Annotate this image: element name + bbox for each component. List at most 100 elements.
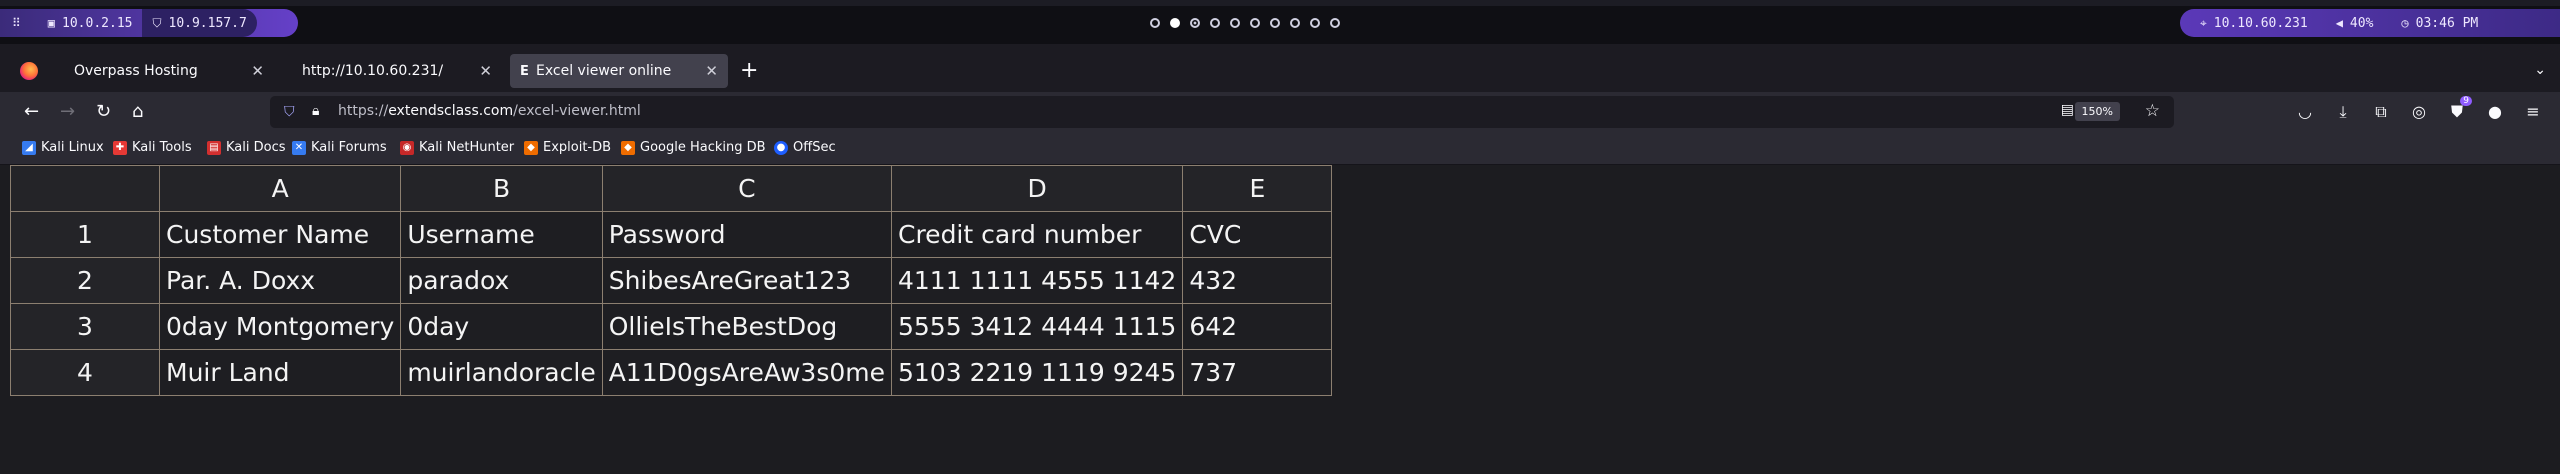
cell[interactable]: 642 — [1182, 303, 1333, 350]
chevron-down-icon[interactable]: ⌄ — [2534, 62, 2546, 78]
reader-view-icon[interactable]: ▤ — [2061, 102, 2074, 118]
bookmark-label: OffSec — [793, 140, 836, 155]
target-icon: ⌖ — [2200, 15, 2207, 30]
cell[interactable]: Username — [400, 211, 603, 258]
close-icon[interactable]: ✕ — [705, 62, 718, 80]
kali-forums-icon: ✕ — [292, 140, 306, 155]
cell[interactable]: Customer Name — [158, 211, 402, 258]
apps-menu-button[interactable]: ⠿ — [0, 9, 38, 37]
bookmark-google-hacking-db[interactable]: ◆ Google Hacking DB — [621, 140, 766, 155]
clock-indicator[interactable]: ◷ 03:46 PM — [2391, 9, 2488, 37]
cell[interactable]: Password — [601, 211, 893, 258]
target-ip-text: 10.10.60.231 — [2213, 15, 2308, 31]
home-icon[interactable]: ⌂ — [132, 101, 143, 122]
row-header[interactable]: 1 — [10, 211, 160, 258]
extensions-puzzle-icon[interactable]: ⧉ — [2372, 102, 2390, 122]
clock-icon: ◷ — [2401, 16, 2409, 30]
column-header-row: A B C D E — [10, 165, 1333, 212]
column-header-e[interactable]: E — [1182, 165, 1333, 212]
tab-label: http://10.10.60.231/ — [302, 63, 444, 79]
cell[interactable]: Credit card number — [890, 211, 1184, 258]
table-row: 3 0day Montgomery 0day OllieIsTheBestDog… — [10, 303, 1333, 350]
bookmark-star-icon[interactable]: ☆ — [2145, 101, 2160, 121]
cell[interactable]: ShibesAreGreat123 — [601, 257, 893, 304]
close-icon[interactable]: ✕ — [479, 62, 492, 80]
vpn-ip-indicator[interactable]: ⛉ 10.9.157.7 — [142, 9, 257, 37]
volume-indicator[interactable]: ◀ 40% — [2326, 9, 2384, 37]
corner-cell[interactable] — [10, 165, 160, 212]
ublock-icon[interactable]: ⛊ 9 — [2448, 96, 2472, 122]
workspace-4[interactable] — [1210, 18, 1220, 28]
column-header-a[interactable]: A — [158, 165, 402, 212]
table-row: 2 Par. A. Doxx paradox ShibesAreGreat123… — [10, 257, 1333, 304]
workspace-8[interactable] — [1290, 18, 1300, 28]
tab-overpass-hosting[interactable]: Overpass Hosting ✕ — [54, 54, 274, 88]
cell[interactable]: 432 — [1182, 257, 1333, 304]
tab-target-http[interactable]: http://10.10.60.231/ ✕ — [282, 54, 502, 88]
cell[interactable]: 0day — [400, 303, 603, 350]
cell[interactable]: 5103 2219 1119 9245 — [890, 349, 1184, 396]
hamburger-menu-icon[interactable]: ≡ — [2524, 102, 2542, 122]
foxyproxy-icon[interactable]: ◎ — [2410, 102, 2428, 122]
exploitdb-icon: ◆ — [524, 140, 538, 155]
row-header[interactable]: 2 — [10, 257, 160, 304]
tab-label: Overpass Hosting — [74, 63, 198, 79]
nethunter-icon: ◉ — [400, 140, 414, 155]
column-header-d[interactable]: D — [890, 165, 1184, 212]
workspace-10[interactable] — [1330, 18, 1340, 28]
column-header-c[interactable]: C — [601, 165, 893, 212]
workspace-6[interactable] — [1250, 18, 1260, 28]
workspace-9[interactable] — [1310, 18, 1320, 28]
workspace-7[interactable] — [1270, 18, 1280, 28]
extension-badge: 9 — [2460, 96, 2472, 106]
local-ip-indicator[interactable]: ▣ 10.0.2.15 — [38, 9, 143, 37]
cell[interactable]: paradox — [400, 257, 603, 304]
vpn-ip-text: 10.9.157.7 — [168, 15, 247, 31]
target-ip-indicator[interactable]: ⌖ 10.10.60.231 — [2180, 9, 2318, 37]
shield-icon: ⛉ — [152, 15, 162, 30]
workspace-2[interactable] — [1170, 18, 1180, 28]
network-pill: ⠿ ▣ 10.0.2.15 ⛉ 10.9.157.7 — [0, 9, 298, 37]
wappalyzer-icon[interactable]: ● — [2486, 102, 2504, 122]
cell[interactable]: 737 — [1182, 349, 1333, 396]
cell[interactable]: OllieIsTheBestDog — [601, 303, 893, 350]
pocket-icon[interactable]: ◡ — [2296, 102, 2314, 122]
forward-arrow-icon[interactable]: → — [60, 101, 75, 122]
bookmark-label: Google Hacking DB — [640, 140, 766, 155]
tracking-shield-icon[interactable]: ⛉ — [284, 104, 295, 120]
workspace-3[interactable] — [1190, 18, 1200, 28]
url-bar[interactable]: ⛉ 🔒︎ https://extendsclass.com/excel-view… — [270, 96, 2174, 128]
cell[interactable]: CVC — [1182, 211, 1333, 258]
local-ip-text: 10.0.2.15 — [62, 15, 133, 31]
cell[interactable]: 5555 3412 4444 1115 — [890, 303, 1184, 350]
bookmark-exploit-db[interactable]: ◆ Exploit-DB — [524, 140, 611, 155]
url-text[interactable]: https://extendsclass.com/excel-viewer.ht… — [338, 103, 641, 119]
new-tab-icon[interactable]: + — [740, 58, 758, 83]
ghdb-icon: ◆ — [621, 140, 635, 155]
cell[interactable]: Par. A. Doxx — [158, 257, 402, 304]
zoom-level-button[interactable]: 150% — [2074, 102, 2120, 121]
bookmark-kali-linux[interactable]: ◢ Kali Linux — [22, 140, 104, 155]
cell[interactable]: A11D0gsAreAw3s0me — [601, 349, 893, 396]
close-icon[interactable]: ✕ — [251, 62, 264, 80]
workspace-5[interactable] — [1230, 18, 1240, 28]
cell[interactable]: muirlandoracle — [400, 349, 603, 396]
column-header-b[interactable]: B — [400, 165, 603, 212]
tab-excel-viewer[interactable]: E Excel viewer online ✕ — [510, 54, 728, 88]
bookmark-kali-docs[interactable]: ▤ Kali Docs — [207, 140, 286, 155]
cell[interactable]: 4111 1111 4555 1142 — [890, 257, 1184, 304]
spreadsheet-grid: A B C D E 1 Customer Name Username Passw… — [10, 165, 1333, 396]
row-header[interactable]: 3 — [10, 303, 160, 350]
downloads-icon[interactable]: ⤓ — [2334, 102, 2352, 122]
workspace-1[interactable] — [1150, 18, 1160, 28]
bookmark-kali-nethunter[interactable]: ◉ Kali NetHunter — [400, 140, 514, 155]
bookmark-kali-forums[interactable]: ✕ Kali Forums — [292, 140, 387, 155]
back-arrow-icon[interactable]: ← — [24, 101, 39, 122]
cell[interactable]: 0day Montgomery — [158, 303, 402, 350]
row-header[interactable]: 4 — [10, 349, 160, 396]
bookmark-kali-tools[interactable]: ✚ Kali Tools — [113, 140, 192, 155]
reload-icon[interactable]: ↻ — [96, 101, 111, 122]
lock-icon[interactable]: 🔒︎ — [312, 103, 319, 119]
cell[interactable]: Muir Land — [158, 349, 402, 396]
bookmark-offsec[interactable]: ● OffSec — [774, 140, 836, 155]
